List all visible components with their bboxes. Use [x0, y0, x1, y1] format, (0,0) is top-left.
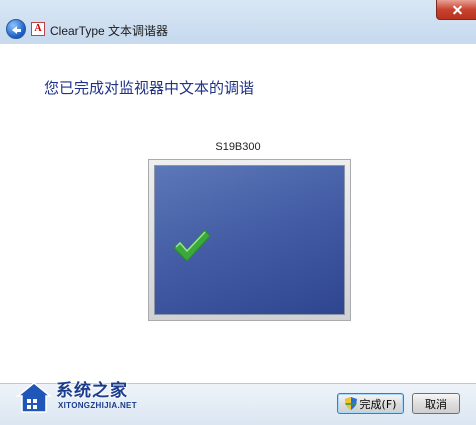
window-title: ClearType 文本调谐器 [50, 24, 169, 38]
page-heading: 您已完成对监视器中文本的调谐 [44, 79, 255, 97]
monitor-name-label: S19B300 [215, 141, 261, 153]
monitor-screen [154, 165, 345, 315]
finish-button[interactable]: 完成(F) [337, 393, 404, 414]
monitor-image [148, 159, 351, 321]
house-logo-icon [16, 382, 52, 413]
checkmark-icon [173, 229, 211, 262]
back-arrow-icon[interactable] [6, 19, 26, 39]
content-panel: 您已完成对监视器中文本的调谐 S19B300 [0, 44, 476, 383]
watermark-url: XITONGZHIJIA.NET [58, 401, 137, 410]
cancel-button-label: 取消 [425, 397, 447, 411]
watermark: 系统之家 XITONGZHIJIA.NET [12, 374, 162, 422]
shield-icon [344, 397, 357, 410]
cancel-button[interactable]: 取消 [412, 393, 460, 414]
cleartype-tuner-window: A ClearType 文本调谐器 您已完成对监视器中文本的调谐 S19B300… [0, 0, 476, 425]
close-button[interactable] [436, 0, 476, 20]
cleartype-app-icon: A [31, 22, 45, 36]
title-bar: A ClearType 文本调谐器 [0, 0, 476, 44]
finish-button-label: 完成(F) [359, 397, 397, 411]
watermark-brand: 系统之家 [56, 381, 128, 401]
